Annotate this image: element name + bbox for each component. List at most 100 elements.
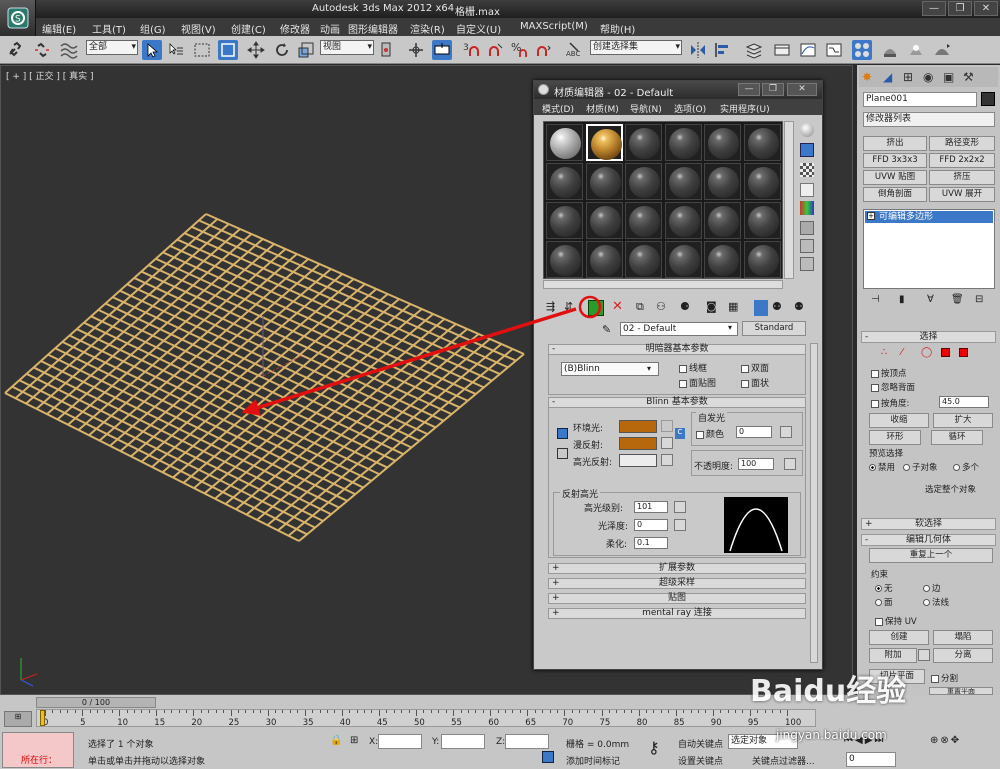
window-crossing-icon[interactable] [218,40,238,60]
schematic-view-icon[interactable] [824,40,844,60]
diffuse-color-swatch[interactable] [619,437,657,450]
create-button[interactable]: 创建 [869,630,929,645]
glossiness-map-button[interactable] [674,519,686,531]
object-color-swatch[interactable] [981,92,995,106]
percent-snap-icon[interactable]: % [510,40,530,60]
ffd-3x3x3-button[interactable]: FFD 3x3x3 [863,153,927,168]
key-icon[interactable]: ⚷ [648,738,660,757]
put-to-library-icon[interactable]: ⚈ [680,300,694,314]
select-object-icon[interactable] [142,40,162,60]
loop-button[interactable]: 循环 [931,430,983,445]
glossiness-spinner[interactable]: 0 [634,519,668,531]
modify-tab-icon[interactable]: ◢ [883,70,892,84]
detach-button[interactable]: 分离 [933,648,993,663]
video-color-check-icon[interactable] [800,201,814,215]
remove-modifier-icon[interactable]: 🗑 [951,294,964,305]
select-manipulate-icon[interactable] [406,40,426,60]
unlink-icon[interactable] [32,40,52,60]
blinn-basic-params-header[interactable]: - Blinn 基本参数 [548,397,806,408]
material-sample-slot[interactable] [664,241,702,278]
make-copy-icon[interactable]: ⧉ [636,300,650,314]
maps-header[interactable]: + 贴图 [548,593,806,604]
selection-filter-dropdown[interactable]: 全部 [86,40,138,55]
material-sample-slot[interactable] [704,241,741,278]
current-frame-marker[interactable] [40,710,45,726]
attach-settings-button[interactable] [918,649,930,661]
options-icon[interactable] [800,239,814,253]
preview-subobject-radio[interactable]: 子对象 [903,461,938,473]
opacity-map-button[interactable] [784,458,796,470]
vertex-mode-icon[interactable]: ∴ [881,347,887,358]
faceted-checkbox[interactable]: 面状 [741,376,769,389]
preserve-uv-checkbox[interactable]: 保持 UV [875,615,917,627]
material-sample-slot[interactable] [743,202,781,239]
supersampling-header[interactable]: + 超级采样 [548,578,806,589]
go-to-parent-icon[interactable]: ⚉ [772,300,786,314]
menu-views[interactable]: 视图(V) [181,21,216,36]
border-mode-icon[interactable]: ◯ [921,347,932,358]
time-tag-icon[interactable] [542,751,554,763]
scale-icon[interactable] [296,40,316,60]
menu-edit[interactable]: 编辑(E) [42,21,76,36]
add-time-tag-button[interactable]: 添加时间标记 [566,754,620,767]
extrude-modifier-button[interactable]: 挤出 [863,136,927,151]
select-by-material-icon[interactable] [800,257,814,271]
y-coord-field[interactable] [441,734,485,749]
diffuse-map-button[interactable] [661,437,673,449]
edge-mode-icon[interactable]: ⁄ [901,347,903,358]
get-material-icon[interactable]: ⇶ [546,300,560,314]
constraint-normal-radio[interactable]: 法线 [923,596,949,608]
edit-named-selection-icon[interactable]: ABC [564,40,584,60]
curve-editor-icon[interactable] [798,40,818,60]
create-tab-icon[interactable]: ✸ [862,70,872,84]
material-sample-slot[interactable] [546,202,583,239]
align-icon[interactable] [712,40,732,60]
material-sample-slot[interactable] [585,124,623,161]
keyboard-shortcut-icon[interactable] [432,40,452,60]
selection-rollout-header[interactable]: - 选择 [861,331,996,343]
graphite-tools-icon[interactable] [772,40,792,60]
material-sample-slot[interactable] [704,163,741,200]
rendered-frame-icon[interactable] [906,40,926,60]
rect-selection-icon[interactable] [192,40,212,60]
close-button[interactable]: ✕ [974,1,998,16]
me-menu-utilities[interactable]: 实用程序(U) [720,102,770,115]
me-menu-navigation[interactable]: 导航(N) [630,102,662,115]
material-sample-slot[interactable] [664,202,702,239]
track-bar[interactable]: 0 5 10 15 20 25 30 35 40 45 50 55 60 65 70 75 80 85 90 95 10… [36,709,816,728]
rotate-icon[interactable] [272,40,292,60]
polygon-mode-icon[interactable] [941,348,950,357]
material-sample-slot[interactable] [585,241,623,278]
sample-type-icon[interactable] [800,123,814,137]
material-sample-slot[interactable] [743,124,781,161]
menu-maxscript[interactable]: MAXScript(M) [520,21,588,32]
preview-off-radio[interactable]: 禁用 [869,461,895,473]
menu-customize[interactable]: 自定义(U) [456,21,501,36]
repeat-last-button[interactable]: 重复上一个 [869,548,993,563]
pick-material-eyedropper-icon[interactable]: ✎ [602,323,611,336]
material-sample-slot[interactable] [546,163,583,200]
self-illum-value-spinner[interactable]: 0 [736,426,772,438]
shrink-button[interactable]: 收缩 [869,413,929,428]
uv-tiling-icon[interactable] [800,183,814,197]
auto-key-button[interactable]: 自动关键点 [678,737,723,750]
self-illum-color-checkbox[interactable]: 颜色 [696,427,724,440]
angle-spinner[interactable]: 45.0 [939,396,989,408]
by-vertex-checkbox[interactable]: 按顶点 [871,367,907,379]
utilities-tab-icon[interactable]: ⚒ [963,70,974,84]
x-coord-field[interactable] [378,734,422,749]
mini-curve-editor-icon[interactable]: ⊞ [4,711,32,727]
make-preview-icon[interactable] [800,221,814,235]
by-angle-checkbox[interactable]: 按角度: [871,397,909,409]
current-frame-field[interactable]: 0 [846,752,896,767]
absolute-mode-icon[interactable]: ⊞ [350,735,358,746]
material-sample-slot[interactable] [625,241,662,278]
modifier-list-dropdown[interactable]: 修改器列表 [863,112,995,127]
soft-selection-rollout-header[interactable]: + 软选择 [861,518,996,530]
uvw-map-button[interactable]: UVW 贴图 [863,170,927,185]
reset-plane-button[interactable]: 重置平面 [929,687,993,695]
show-end-result-icon[interactable]: ▮ [899,294,905,305]
collapse-button[interactable]: 塌陷 [933,630,993,645]
self-illum-map-button[interactable] [780,426,792,438]
material-sample-slot[interactable] [585,202,623,239]
